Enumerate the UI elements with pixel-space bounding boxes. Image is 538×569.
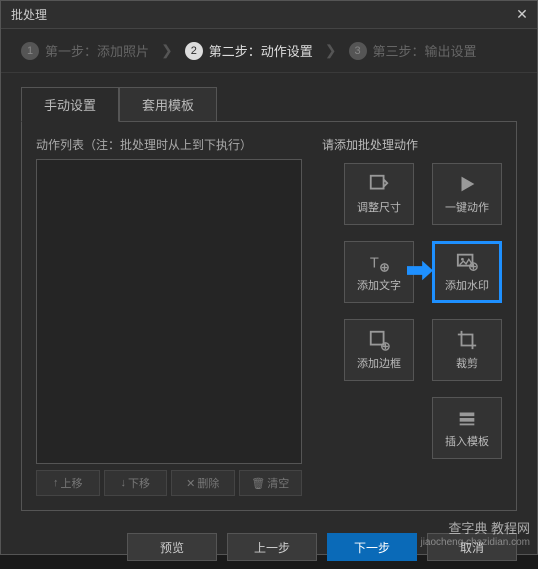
step-1-label: 第一步：添加照片: [45, 41, 149, 60]
template-icon: [456, 407, 478, 429]
step-2[interactable]: 2 第二步：动作设置: [185, 41, 313, 60]
move-up-button[interactable]: ↑上移: [36, 470, 100, 496]
tab-template[interactable]: 套用模板: [119, 87, 217, 122]
action-inserttemplate[interactable]: 插入模板: [432, 397, 502, 459]
text-icon: T: [368, 251, 390, 273]
step-3-label: 第三步：输出设置: [373, 41, 477, 60]
step-2-label: 第二步：动作设置: [209, 41, 313, 60]
crop-icon: [456, 329, 478, 351]
action-oneclick[interactable]: 一键动作: [432, 163, 502, 225]
preview-button[interactable]: 预览: [127, 533, 217, 561]
action-list[interactable]: [36, 159, 302, 464]
trash-icon: 🗑: [251, 477, 265, 490]
cancel-button[interactable]: 取消: [427, 533, 517, 561]
chevron-right-icon: ❯: [161, 42, 173, 59]
tab-manual[interactable]: 手动设置: [21, 87, 119, 122]
action-crop[interactable]: 裁剪: [432, 319, 502, 381]
resize-icon: [368, 173, 390, 195]
window-title: 批处理: [11, 6, 47, 23]
step-1[interactable]: 1 第一步：添加照片: [21, 41, 149, 60]
step-bar: 1 第一步：添加照片 ❯ 2 第二步：动作设置 ❯ 3 第三步：输出设置: [1, 29, 537, 73]
next-button[interactable]: 下一步: [327, 533, 417, 561]
x-icon: ✕: [186, 477, 195, 490]
delete-button[interactable]: ✕删除: [171, 470, 235, 496]
image-icon: [456, 251, 478, 273]
action-addborder[interactable]: 添加边框: [344, 319, 414, 381]
action-resize[interactable]: 调整尺寸: [344, 163, 414, 225]
move-down-button[interactable]: ↓下移: [104, 470, 168, 496]
border-icon: [368, 329, 390, 351]
svg-text:T: T: [370, 256, 379, 272]
close-button[interactable]: ✕: [513, 6, 531, 24]
prev-button[interactable]: 上一步: [227, 533, 317, 561]
play-icon: [456, 173, 478, 195]
action-list-label: 动作列表（注：批处理时从上到下执行）: [36, 136, 302, 153]
pointer-arrow-icon: [407, 260, 433, 285]
clear-button[interactable]: 🗑清空: [239, 470, 303, 496]
action-addtext[interactable]: T 添加文字: [344, 241, 414, 303]
action-addwatermark[interactable]: 添加水印: [432, 241, 502, 303]
actions-label: 请添加批处理动作: [322, 136, 502, 153]
arrow-down-icon: ↓: [121, 477, 127, 489]
arrow-up-icon: ↑: [53, 477, 59, 489]
chevron-right-icon: ❯: [325, 42, 337, 59]
step-3[interactable]: 3 第三步：输出设置: [349, 41, 477, 60]
